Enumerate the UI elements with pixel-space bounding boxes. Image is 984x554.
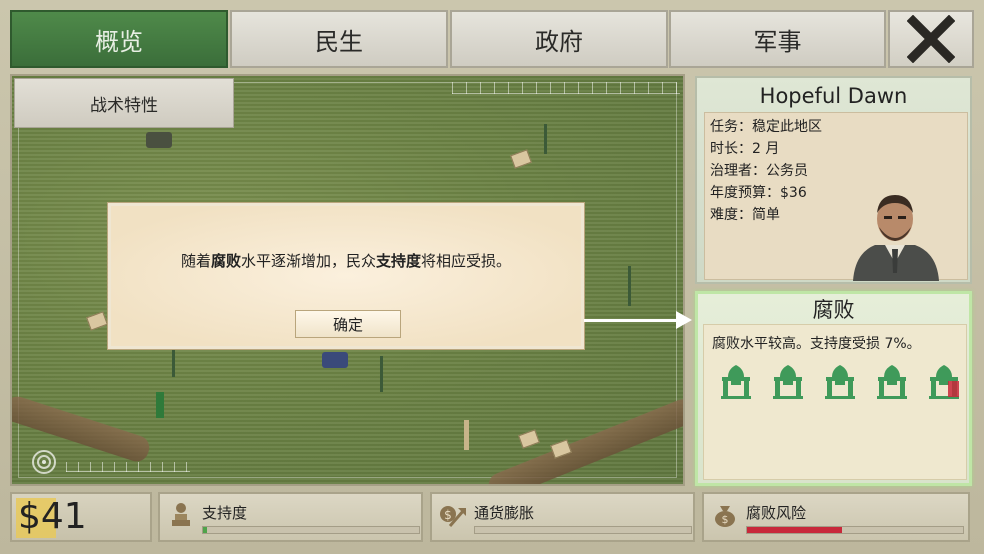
tactics-button[interactable]: 战术特性 [14, 78, 234, 128]
dialog-keyword-support: 支持度 [376, 252, 422, 270]
map-vehicle [146, 132, 172, 148]
dialog-message: 随着腐败水平逐渐增加，民众支持度将相应受损。 [111, 250, 581, 271]
money-value: $41 [18, 496, 87, 537]
money-bag-icon: $ [715, 506, 735, 527]
region-name: Hopeful Dawn [759, 84, 908, 108]
government-building-icon [929, 365, 959, 399]
inflation-stat[interactable]: $ 通货膨胀 [430, 492, 695, 542]
svg-text:$: $ [444, 508, 452, 522]
tab-overview[interactable]: 概览 [10, 10, 228, 68]
tutorial-dialog: 随着腐败水平逐渐增加，民众支持度将相应受损。 确定 [108, 203, 584, 349]
duration-text: 时长：2 月 [710, 141, 780, 157]
government-building-icon [877, 365, 907, 399]
corruption-risk-bar-fill [747, 527, 843, 533]
tab-military[interactable]: 军事 [669, 10, 886, 68]
map-vehicle [322, 352, 348, 368]
corruption-risk-stat[interactable]: $ 腐败风险 [702, 492, 970, 542]
corruption-risk-label: 腐败风险 [746, 504, 807, 522]
difficulty-text: 难度：简单 [710, 207, 780, 223]
map-scale-top [452, 82, 680, 94]
tab-government[interactable]: 政府 [450, 10, 668, 68]
government-building-icon [773, 365, 803, 399]
map-post [464, 420, 469, 450]
dialog-text-after: 将相应受损。 [421, 252, 512, 270]
svg-text:$: $ [722, 513, 729, 526]
money-display: $41 [10, 492, 152, 542]
support-stat[interactable]: 支持度 [158, 492, 423, 542]
governor-portrait [853, 195, 939, 281]
inflation-bar [474, 526, 692, 534]
budget-text: 年度预算：$36 [710, 185, 807, 201]
inflation-label: 通货膨胀 [474, 504, 535, 522]
governor-text: 治理者：公务员 [710, 163, 808, 179]
ok-button[interactable]: 确定 [295, 310, 401, 338]
map-flag [156, 392, 164, 418]
tab-livelihood[interactable]: 民生 [230, 10, 448, 68]
close-button[interactable] [888, 10, 974, 68]
support-bar-fill [203, 527, 208, 533]
pointer-arrow-head [676, 311, 692, 329]
government-building-icon [721, 365, 751, 399]
support-label: 支持度 [202, 504, 248, 522]
corruption-body: 腐败水平较高。支持度受损 7%。 [703, 324, 967, 480]
radar-icon [32, 450, 56, 474]
corruption-panel[interactable]: 腐败 腐败水平较高。支持度受损 7%。 [695, 291, 972, 486]
region-info-panel: Hopeful Dawn 任务：稳定此地区 时长：2 月 治理者：公务员 年度预… [695, 76, 972, 284]
region-info-body: 任务：稳定此地区 时长：2 月 治理者：公务员 年度预算：$36 难度：简单 [704, 112, 968, 281]
dialog-text-mid: 水平逐渐增加，民众 [240, 252, 376, 270]
support-icon [172, 503, 190, 526]
corruption-risk-bar [746, 526, 964, 534]
map-post [628, 266, 631, 306]
dialog-keyword-corruption: 腐败 [210, 252, 241, 270]
map-scale-bottom [66, 462, 190, 472]
inflation-icon: $ [440, 506, 466, 527]
mission-text: 任务：稳定此地区 [710, 119, 822, 135]
map-post [380, 356, 383, 392]
corruption-description: 腐败水平较高。支持度受损 7%。 [712, 336, 921, 352]
map-post [544, 124, 547, 154]
government-building-icon [825, 365, 855, 399]
pointer-arrow-line [584, 319, 680, 322]
support-bar [202, 526, 420, 534]
corruption-title: 腐败 [812, 298, 855, 322]
dialog-text-before: 随着 [180, 252, 211, 270]
close-icon [907, 15, 955, 63]
